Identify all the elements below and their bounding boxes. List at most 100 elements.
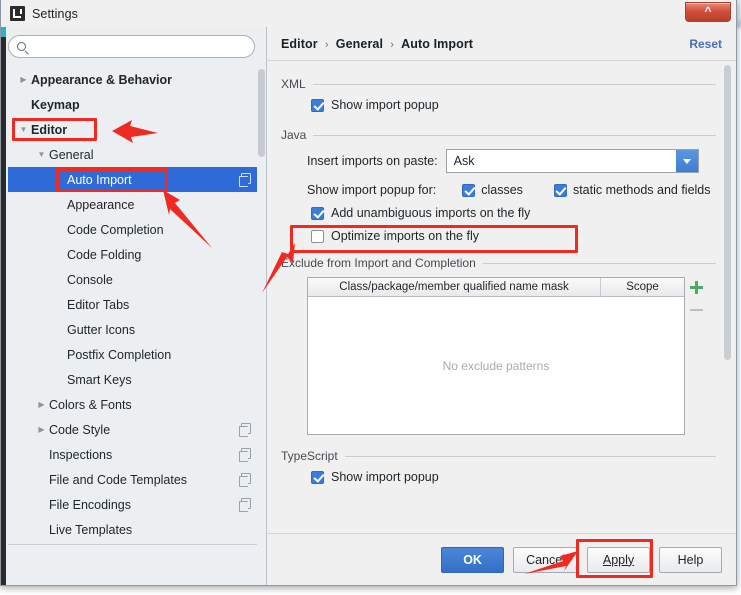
classes-checkbox-group[interactable]: classes (462, 183, 523, 197)
sidebar-item-label: Editor Tabs (67, 297, 130, 312)
dialog-footer: OK Cancel Apply Help (267, 533, 736, 585)
copy-settings-icon[interactable] (239, 498, 251, 512)
sidebar-item-auto-import[interactable]: Auto Import (8, 167, 259, 192)
sidebar-item-label: Console (67, 272, 113, 287)
reset-link[interactable]: Reset (689, 37, 722, 51)
sidebar-item-editor[interactable]: ▼ Editor (8, 117, 259, 142)
xml-show-import-popup-row[interactable]: Show import popup (311, 98, 716, 112)
static-methods-checkbox-group[interactable]: static methods and fields (553, 183, 711, 197)
chevron-down-icon[interactable]: ▼ (16, 125, 31, 134)
sidebar-item-keymap[interactable]: Keymap (8, 92, 259, 117)
sidebar-item-label: Code Completion (67, 222, 164, 237)
exclude-table-buttons (685, 277, 707, 435)
sidebar-item-file-and-code-templates[interactable]: File and Code Templates (8, 467, 259, 492)
sidebar-item-label: Auto Import (67, 172, 132, 187)
sidebar-item-gutter-icons[interactable]: Gutter Icons (8, 317, 259, 342)
sidebar-item-general[interactable]: ▼ General (8, 142, 259, 167)
classes-checkbox[interactable] (462, 183, 476, 197)
chevron-right-icon[interactable]: ▶ (34, 400, 49, 409)
exclude-group-label: Exclude from Import and Completion (281, 256, 476, 270)
sidebar-item-inspections[interactable]: Inspections (8, 442, 259, 467)
sidebar-item-console[interactable]: Console (8, 267, 259, 292)
chevron-down-icon[interactable]: ▼ (34, 150, 49, 159)
static-methods-checkbox[interactable] (553, 183, 567, 197)
xml-show-import-popup-label: Show import popup (331, 98, 439, 112)
add-unambiguous-imports-row[interactable]: Add unambiguous imports on the fly (311, 206, 716, 220)
typescript-group-label: TypeScript (281, 449, 338, 463)
breadcrumb-part[interactable]: Editor (281, 37, 318, 51)
optimize-imports-label: Optimize imports on the fly (331, 229, 479, 243)
xml-group-header: XML (281, 77, 716, 91)
sidebar-item-label: File and Code Templates (49, 472, 188, 487)
exclude-empty-text: No exclude patterns (442, 358, 550, 373)
optimize-imports-row[interactable]: Optimize imports on the fly (311, 229, 716, 243)
apply-button[interactable]: Apply (587, 546, 650, 573)
content-scrollbar-thumb[interactable] (724, 65, 731, 360)
sidebar-item-code-completion[interactable]: Code Completion (8, 217, 259, 242)
window-title: Settings (32, 6, 78, 21)
auto-import-panel: XML Show import popup Java Insert import… (267, 61, 736, 533)
xml-show-import-popup-checkbox[interactable] (311, 98, 324, 112)
insert-imports-row: Insert imports on paste: Ask (307, 149, 716, 173)
exclude-table[interactable]: Class/package/member qualified name mask… (307, 277, 685, 435)
sidebar-item-postfix-completion[interactable]: Postfix Completion (8, 342, 259, 367)
insert-imports-value: Ask (453, 154, 475, 168)
ok-button[interactable]: OK (441, 546, 505, 573)
add-unambiguous-imports-label: Add unambiguous imports on the fly (331, 206, 531, 220)
add-unambiguous-imports-checkbox[interactable] (311, 206, 324, 220)
typescript-show-import-popup-label: Show import popup (331, 470, 439, 484)
sidebar-item-live-templates[interactable]: Live Templates (8, 517, 259, 542)
close-button[interactable] (685, 2, 731, 22)
sidebar-item-code-style[interactable]: ▶ Code Style (8, 417, 259, 442)
sidebar-item-appearance[interactable]: Appearance (8, 192, 259, 217)
sidebar-item-file-encodings[interactable]: File Encodings (8, 492, 259, 517)
copy-settings-icon[interactable] (239, 423, 251, 437)
show-import-popup-for-row: Show import popup for: classes static me… (307, 183, 716, 197)
typescript-show-import-popup-row[interactable]: Show import popup (311, 470, 716, 484)
group-divider (312, 83, 716, 85)
sidebar-item-label: Appearance (67, 197, 135, 212)
breadcrumb-part[interactable]: Auto Import (401, 37, 473, 51)
sidebar-item-appearance-behavior[interactable]: ▶ Appearance & Behavior (8, 67, 259, 92)
window-controls[interactable] (684, 1, 732, 23)
optimize-imports-checkbox[interactable] (311, 229, 324, 243)
content-scrollbar[interactable] (723, 65, 732, 463)
title-bar[interactable]: Settings (1, 0, 736, 27)
sidebar-item-label: Keymap (31, 97, 80, 112)
sidebar-scrollbar-thumb[interactable] (258, 69, 265, 157)
copy-settings-icon[interactable] (239, 173, 251, 187)
cancel-button[interactable]: Cancel (513, 546, 578, 573)
chevron-right-icon[interactable]: ▶ (16, 75, 31, 84)
help-button[interactable]: Help (659, 546, 722, 573)
remove-exclude-pattern-button[interactable] (688, 301, 705, 318)
sidebar-item-smart-keys[interactable]: Smart Keys (8, 367, 259, 392)
java-group-header: Java (281, 128, 716, 142)
breadcrumb-part[interactable]: General (336, 37, 383, 51)
sidebar-item-editor-tabs[interactable]: Editor Tabs (8, 292, 259, 317)
chevron-down-icon[interactable] (675, 150, 698, 172)
insert-imports-select[interactable]: Ask (445, 149, 699, 173)
typescript-show-import-popup-checkbox[interactable] (311, 470, 324, 484)
sidebar-edge-accent (1, 27, 6, 585)
add-exclude-pattern-button[interactable] (688, 279, 705, 296)
settings-tree[interactable]: ▶ Appearance & Behavior Keymap ▼ Editor ▼ Gen… (8, 67, 259, 545)
chevron-right-icon[interactable]: ▶ (34, 425, 49, 434)
sidebar-item-label: General (49, 147, 94, 162)
sidebar-scrollbar[interactable] (257, 67, 266, 545)
xml-group-label: XML (281, 77, 306, 91)
group-divider (482, 262, 716, 264)
copy-settings-icon[interactable] (239, 448, 251, 462)
search-input[interactable] (32, 38, 232, 55)
sidebar-item-code-folding[interactable]: Code Folding (8, 242, 259, 267)
search-box[interactable] (8, 35, 255, 58)
sidebar-item-colors-fonts[interactable]: ▶ Colors & Fonts (8, 392, 259, 417)
copy-settings-icon[interactable] (239, 473, 251, 487)
